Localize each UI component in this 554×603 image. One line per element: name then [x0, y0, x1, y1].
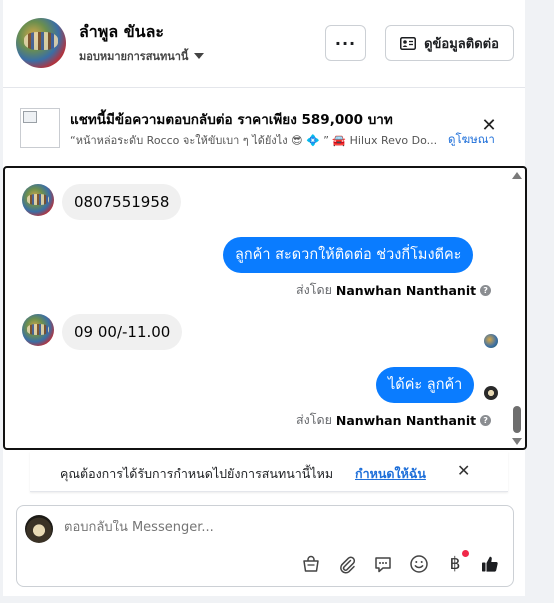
sent-by-label: ส่งโดย Nanwhan Nanthanit ?	[296, 410, 492, 430]
assignment-prompt: คุณต้องการได้รับการกำหนดไปยังการสนทนานี้…	[30, 452, 508, 492]
ad-subtitle: “หน้าหล่อระดับ Rocco จะให้ขับเบา ๆ ได้ยั…	[70, 134, 438, 147]
contact-avatar[interactable]	[16, 18, 66, 68]
ad-context-banner: แชทนี้มีข้อความตอบกลับต่อ ราคาเพียง 589,…	[3, 88, 525, 166]
conversation-header: ลำพูล ขันละ มอบหมายการสนทนานี้ ··· ดูข้อ…	[3, 0, 525, 88]
scroll-down-arrow-icon[interactable]	[512, 438, 522, 445]
page-avatar	[25, 515, 53, 543]
close-icon[interactable]: ✕	[480, 117, 498, 135]
assignment-prompt-text: คุณต้องการได้รับการกำหนดไปยังการสนทนานี้…	[60, 466, 334, 481]
ad-thumbnail[interactable]	[20, 108, 60, 148]
message-thread[interactable]: 0807551958 ลูกค้า สะดวกให้ติดต่อ ช่วงกี่…	[3, 166, 527, 450]
ad-title: แชทนี้มีข้อความตอบกลับต่อ ราคาเพียง 589,…	[70, 112, 393, 128]
sent-by-prefix: ส่งโดย	[296, 282, 332, 297]
contact-card-icon	[400, 36, 417, 50]
message-composer: ฿	[16, 505, 514, 587]
more-options-button[interactable]: ···	[325, 25, 366, 61]
baht-symbol: ฿	[449, 554, 461, 574]
assign-conversation-dropdown[interactable]: มอบหมายการสนทนานี้	[79, 47, 205, 65]
sender-name: Nanwhan Nanthanit	[335, 282, 477, 298]
assign-label: มอบหมายการสนทนานี้	[79, 50, 189, 63]
message-bubble-incoming[interactable]: 09 00/-11.00	[62, 314, 183, 350]
messenger-chat-window: ลำพูล ขันละ มอบหมายการสนทนานี้ ··· ดูข้อ…	[0, 0, 554, 603]
caret-down-icon	[194, 53, 205, 59]
message-bubble-incoming[interactable]: 0807551958	[62, 184, 182, 220]
sender-name: Nanwhan Nanthanit	[335, 412, 477, 428]
right-gutter	[525, 0, 554, 603]
message-bubble-outgoing[interactable]: ได้ค่ะ ลูกค้า	[376, 367, 475, 403]
scroll-up-arrow-icon[interactable]	[512, 172, 522, 179]
paperclip-icon[interactable]	[336, 553, 358, 575]
thumbs-up-icon[interactable]	[479, 553, 501, 575]
assign-to-me-link[interactable]: กำหนดให้ฉัน	[355, 464, 426, 484]
seen-avatar	[484, 386, 498, 400]
sent-by-prefix: ส่งโดย	[296, 412, 332, 427]
close-icon[interactable]: ✕	[457, 462, 470, 480]
seen-avatar	[484, 334, 498, 348]
more-dots-icon: ···	[334, 33, 357, 53]
bottom-gutter	[0, 596, 554, 603]
reply-input[interactable]	[64, 520, 464, 535]
view-contact-label: ดูข้อมูลติดต่อ	[424, 36, 499, 52]
scrollbar[interactable]	[511, 170, 523, 446]
scrollbar-thumb[interactable]	[513, 406, 521, 433]
contact-avatar-small[interactable]	[22, 314, 54, 346]
shopping-bag-icon[interactable]	[300, 553, 322, 575]
sent-by-label: ส่งโดย Nanwhan Nanthanit ?	[296, 280, 492, 300]
info-icon[interactable]: ?	[480, 414, 492, 426]
contact-avatar-small[interactable]	[22, 184, 54, 216]
contact-name[interactable]: ลำพูล ขันละ	[79, 20, 164, 45]
chat-bubble-icon[interactable]	[372, 553, 394, 575]
message-bubble-outgoing[interactable]: ลูกค้า สะดวกให้ติดต่อ ช่วงกี่โมงดีคะ	[223, 237, 474, 273]
smiley-icon[interactable]	[408, 553, 430, 575]
info-icon[interactable]: ?	[480, 284, 492, 296]
notification-dot	[462, 550, 469, 557]
view-contact-button[interactable]: ดูข้อมูลติดต่อ	[385, 25, 514, 61]
